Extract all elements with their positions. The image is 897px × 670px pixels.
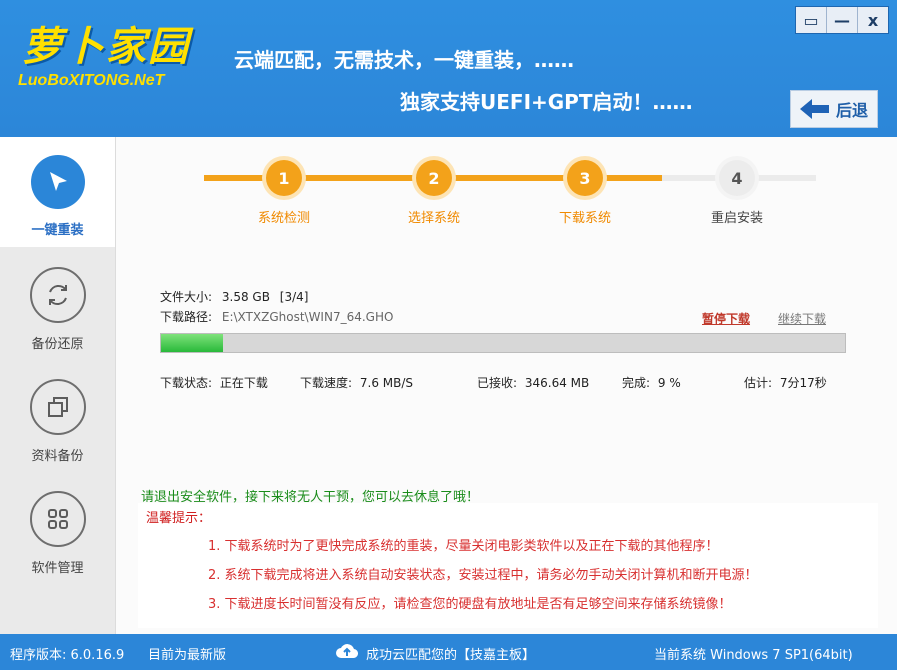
tips-box: 温馨提示： 1. 下载系统时为了更快完成系统的重装，尽量关闭电影类软件以及正在下… [138, 503, 878, 628]
file-size-value: 3.58 GB [221, 290, 270, 304]
step-2-marker: 2 [416, 160, 452, 196]
copy-icon [47, 397, 68, 417]
apps-grid-icon [47, 509, 68, 529]
step-1-label: 系统检测 [257, 211, 310, 226]
file-size-label: 文件大小: [160, 290, 213, 304]
file-info: 文件大小: 3.58 GB [3/4] 下载路径: E:\XTXZGhost\W… [160, 287, 393, 327]
logo-title: 萝卜家园 [22, 23, 190, 70]
received-label: 已接收: [477, 376, 518, 390]
download-path-label: 下载路径: [160, 310, 213, 324]
main-content: 1 2 3 4 系统检测 选择系统 下载系统 重启安装 文件大小: 3.58 G… [116, 137, 897, 634]
status-label: 下载状态: [160, 376, 213, 390]
speed-label: 下载速度: [300, 376, 353, 390]
download-progress-fill [161, 334, 223, 352]
speed-value: 7.6 MB/S [359, 376, 414, 390]
step-1-marker: 1 [266, 160, 302, 196]
tip-item-3: 3. 下载进度长时间暂没有反应，请检查您的硬盘有放地址是否有足够空间来存储系统镜… [208, 597, 732, 612]
sidebar-item-software-manage[interactable]: 软件管理 [0, 473, 115, 583]
sidebar-item-one-click-reinstall[interactable]: 一键重装 [0, 137, 115, 247]
cloud-icon [336, 644, 358, 659]
sidebar-item-label: 一键重装 [31, 223, 84, 238]
sidebar-item-label: 备份还原 [31, 337, 84, 352]
eta-label: 估计: [744, 376, 773, 390]
sidebar: 一键重装 备份还原 资料备份 软件管理 [0, 137, 116, 634]
back-button-label: 后退 [835, 101, 868, 120]
eta-value: 7分17秒 [779, 376, 827, 390]
sidebar-item-data-backup[interactable]: 资料备份 [0, 361, 115, 471]
slogan-line-1: 云端匹配，无需技术，一键重装，…… [234, 48, 574, 72]
minimize-icon: — [834, 10, 850, 30]
minimize-button[interactable]: — [826, 7, 857, 33]
app-header: 萝卜家园 LuoBoXITONG.NeT 云端匹配，无需技术，一键重装，…… 独… [0, 0, 897, 137]
received-value: 346.64 MB [524, 376, 590, 390]
cloud-match-status: 成功云匹配您的【技嘉主板】 [366, 648, 536, 663]
resume-download-link[interactable]: 继续下载 [778, 310, 826, 327]
status-value: 正在下载 [219, 376, 268, 390]
tip-item-2: 2. 系统下载完成将进入系统自动安装状态，安装过程中，请务必勿手动关闭计算机和断… [208, 568, 758, 583]
slogan-line-2: 独家支持UEFI+GPT启动！…… [400, 90, 693, 114]
step-4-marker: 4 [719, 160, 755, 196]
tips-title: 温馨提示： [146, 511, 212, 526]
step-3-label: 下载系统 [558, 211, 611, 226]
tip-item-1: 1. 下载系统时为了更快完成系统的重装，尽量关闭电影类软件以及正在下载的其他程序… [208, 539, 719, 554]
step-2-label: 选择系统 [407, 211, 460, 226]
sidebar-item-label: 软件管理 [31, 561, 84, 576]
sidebar-item-label: 资料备份 [31, 449, 84, 464]
window-controls: ▭ — x [795, 6, 889, 34]
update-status: 目前为最新版 [148, 648, 227, 663]
sidebar-item-backup-restore[interactable]: 备份还原 [0, 249, 115, 359]
step-3-marker: 3 [567, 160, 603, 196]
back-arrow-icon [799, 99, 829, 119]
cursor-icon [49, 172, 67, 191]
menu-icon: ▭ [803, 10, 819, 30]
close-icon: x [867, 10, 879, 30]
refresh-icon [48, 285, 67, 305]
back-button[interactable]: 后退 [790, 90, 878, 128]
completed-value: 9 % [657, 376, 681, 390]
download-progress-bar [160, 333, 846, 353]
status-bar: 程序版本: 6.0.16.9 目前为最新版 成功云匹配您的【技嘉主板】 当前系统… [0, 634, 897, 670]
program-version: 程序版本: 6.0.16.9 [10, 648, 125, 663]
current-os: 当前系统 Windows 7 SP1(64bit) [654, 648, 853, 663]
close-button[interactable]: x [857, 7, 888, 33]
file-index: [3/4] [279, 290, 309, 304]
completed-label: 完成: [622, 376, 651, 390]
logo-subtitle: LuoBoXITONG.NeT [18, 72, 165, 89]
menu-button[interactable]: ▭ [796, 7, 826, 33]
pause-download-link[interactable]: 暂停下载 [702, 310, 750, 327]
download-path-value: E:\XTXZGhost\WIN7_64.GHO [221, 310, 394, 324]
step-4-label: 重启安装 [710, 211, 763, 226]
